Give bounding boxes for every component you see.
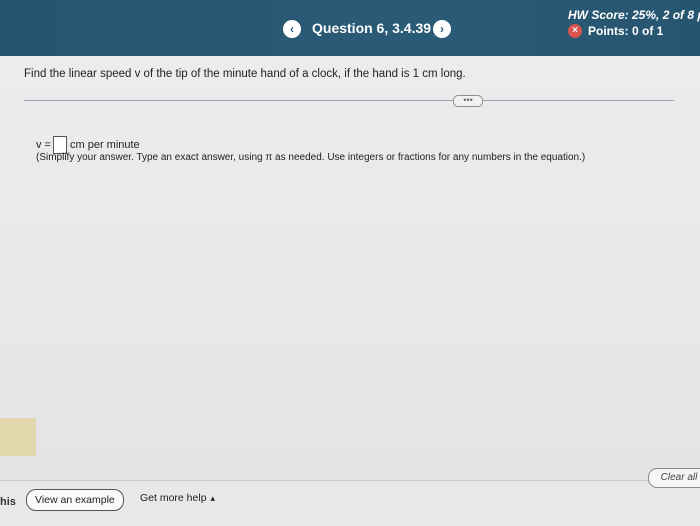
- points-row: × Points: 0 of 1: [568, 24, 663, 38]
- divider: [24, 100, 674, 101]
- chevron-left-icon: ‹: [290, 22, 294, 36]
- answer-instructions: (Simplify your answer. Type an exact ans…: [36, 152, 586, 163]
- previous-question-button[interactable]: ‹: [283, 20, 301, 38]
- clear-all-button[interactable]: Clear all: [648, 468, 700, 488]
- question-content: Find the linear speed v of the tip of th…: [0, 56, 700, 480]
- footer-left-text: his: [0, 496, 16, 508]
- hw-score: HW Score: 25%, 2 of 8 p: [568, 8, 700, 22]
- answer-unit: cm per minute: [69, 139, 140, 151]
- points-text: Points: 0 of 1: [588, 24, 664, 38]
- caret-up-icon: ▴: [210, 493, 216, 503]
- more-options-button[interactable]: •••: [453, 95, 483, 107]
- header-bar: ‹ Question 6, 3.4.39 › HW Score: 25%, 2 …: [0, 0, 700, 56]
- footer-bar: his View an example Get more help ▴: [0, 480, 700, 526]
- question-title: Question 6, 3.4.39: [312, 20, 432, 36]
- view-example-button[interactable]: View an example: [26, 489, 124, 511]
- get-more-help-label: Get more help: [140, 492, 207, 504]
- question-text: Find the linear speed v of the tip of th…: [24, 68, 466, 80]
- next-question-button[interactable]: ›: [433, 20, 451, 38]
- chevron-right-icon: ›: [440, 22, 444, 36]
- side-accent-block: [0, 418, 36, 456]
- answer-prefix: v =: [36, 139, 51, 151]
- get-more-help-button[interactable]: Get more help ▴: [140, 492, 215, 504]
- incorrect-x-icon: ×: [568, 24, 582, 38]
